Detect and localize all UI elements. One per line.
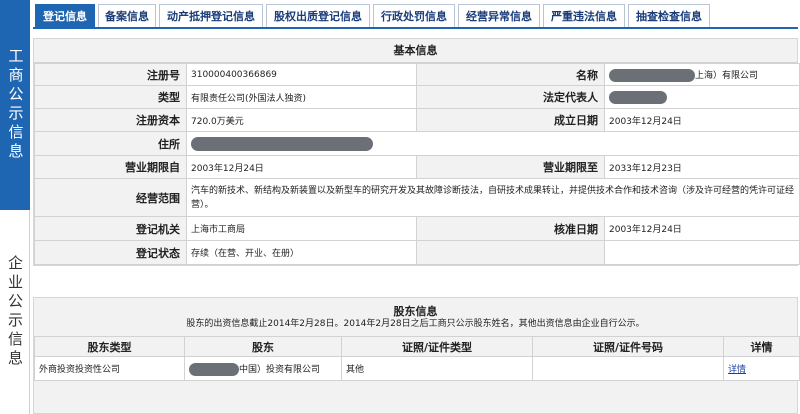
found-date-value: 2003年12月24日 — [604, 108, 800, 132]
term-from-value: 2003年12月24日 — [186, 155, 417, 179]
basic-info-panel: 基本信息 注册号 310000400366869 名称 上海）有限公司 类型 有… — [33, 38, 800, 266]
approve-date-label: 核准日期 — [416, 216, 605, 241]
capital-label: 注册资本 — [34, 108, 187, 132]
tab-admin-penalty[interactable]: 行政处罚信息 — [373, 4, 455, 27]
nav-gongshang-info[interactable]: 工商公示信息 — [0, 0, 30, 210]
name-label: 名称 — [416, 63, 605, 86]
address-cell — [186, 131, 800, 156]
table-row: 营业期限自 2003年12月24日 营业期限至 2033年12月23日 — [34, 155, 800, 179]
term-from-label: 营业期限自 — [34, 155, 187, 179]
status-value: 存续（在营、开业、在册） — [186, 240, 417, 265]
authority-label: 登记机关 — [34, 216, 187, 241]
tab-spot-check[interactable]: 抽查检查信息 — [628, 4, 710, 27]
shareholder-table: 股东类型 股东 证照/证件类型 证照/证件号码 详情 外商投资投资性公司 中国）… — [34, 336, 800, 381]
tab-equity-pledge[interactable]: 股权出质登记信息 — [266, 4, 370, 27]
table-row: 登记状态 存续（在营、开业、在册） — [34, 240, 800, 265]
col-header-detail: 详情 — [723, 336, 800, 357]
table-row: 外商投资投资性公司 中国）投资有限公司 其他 详情 — [34, 356, 800, 381]
capital-value: 720.0万美元 — [186, 108, 417, 132]
table-row: 注册资本 720.0万美元 成立日期 2003年12月24日 — [34, 108, 800, 132]
authority-value: 上海市工商局 — [186, 216, 417, 241]
reg-no-value: 310000400366869 — [186, 63, 417, 86]
basic-info-title: 基本信息 — [34, 39, 797, 63]
term-to-value: 2033年12月23日 — [604, 155, 800, 179]
holder-type-value: 外商投资投资性公司 — [34, 356, 185, 381]
nav-gongshang-label: 工商公示信息 — [6, 48, 25, 162]
reg-no-label: 注册号 — [34, 63, 187, 86]
scope-value: 汽车的新技术、新结构及新装置以及新型车的研究开发及其故障诊断技法，自研技术成果转… — [186, 178, 800, 217]
table-row: 住所 — [34, 131, 800, 156]
redacted-name — [609, 68, 695, 82]
empty-cell — [416, 240, 605, 265]
tab-underline — [33, 27, 798, 29]
table-row: 注册号 310000400366869 名称 上海）有限公司 — [34, 63, 800, 86]
found-date-label: 成立日期 — [416, 108, 605, 132]
redacted-address — [191, 136, 373, 151]
tab-registration[interactable]: 登记信息 — [35, 4, 95, 27]
holder-name-cell: 中国）投资有限公司 — [184, 356, 342, 381]
detail-link[interactable]: 详情 — [728, 365, 746, 375]
shareholder-panel: 股东信息 股东的出资信息截止2014年2月28日。2014年2月28日之后工商只… — [33, 297, 800, 414]
name-cell: 上海）有限公司 — [604, 63, 800, 86]
shareholder-title: 股东信息 — [393, 305, 438, 318]
table-row: 类型 有限责任公司(外国法人独资) 法定代表人 — [34, 85, 800, 109]
legal-rep-cell — [604, 85, 800, 109]
name-value: 上海）有限公司 — [695, 70, 759, 81]
scope-label: 经营范围 — [34, 178, 187, 217]
legal-rep-label: 法定代表人 — [416, 85, 605, 109]
col-header-id-no: 证照/证件号码 — [532, 336, 724, 357]
id-type-value: 其他 — [341, 356, 533, 381]
col-header-holder-type: 股东类型 — [34, 336, 185, 357]
table-header-row: 股东类型 股东 证照/证件类型 证照/证件号码 详情 — [34, 336, 800, 357]
empty-cell — [604, 240, 800, 265]
tab-bar: 登记信息 备案信息 动产抵押登记信息 股权出质登记信息 行政处罚信息 经营异常信… — [35, 4, 713, 27]
table-row: 经营范围 汽车的新技术、新结构及新装置以及新型车的研究开发及其故障诊断技法，自研… — [34, 178, 800, 217]
shareholder-note: 股东的出资信息截止2014年2月28日。2014年2月28日之后工商只公示股东姓… — [186, 319, 645, 329]
tab-chattel-mortgage[interactable]: 动产抵押登记信息 — [159, 4, 263, 27]
basic-info-table: 注册号 310000400366869 名称 上海）有限公司 类型 有限责任公司… — [34, 63, 800, 265]
type-value: 有限责任公司(外国法人独资) — [186, 85, 417, 109]
nav-qiye-label: 企业公示信息 — [6, 255, 24, 369]
id-no-value — [532, 356, 724, 381]
status-label: 登记状态 — [34, 240, 187, 265]
term-to-label: 营业期限至 — [416, 155, 605, 179]
col-header-id-type: 证照/证件类型 — [341, 336, 533, 357]
col-header-holder: 股东 — [184, 336, 342, 357]
tab-filing[interactable]: 备案信息 — [98, 4, 156, 27]
approve-date-value: 2003年12月24日 — [604, 216, 800, 241]
left-nav: 工商公示信息 企业公示信息 — [0, 0, 30, 414]
holder-name-value: 中国）投资有限公司 — [239, 364, 321, 375]
detail-cell: 详情 — [723, 356, 800, 381]
nav-qiye-info[interactable]: 企业公示信息 — [0, 210, 30, 414]
redacted-legal-rep — [609, 90, 667, 104]
tab-abnormal-operation[interactable]: 经营异常信息 — [458, 4, 540, 27]
address-label: 住所 — [34, 131, 187, 156]
type-label: 类型 — [34, 85, 187, 109]
table-row: 登记机关 上海市工商局 核准日期 2003年12月24日 — [34, 216, 800, 241]
tab-serious-violation[interactable]: 严重违法信息 — [543, 4, 625, 27]
redacted-holder-name — [189, 362, 239, 376]
